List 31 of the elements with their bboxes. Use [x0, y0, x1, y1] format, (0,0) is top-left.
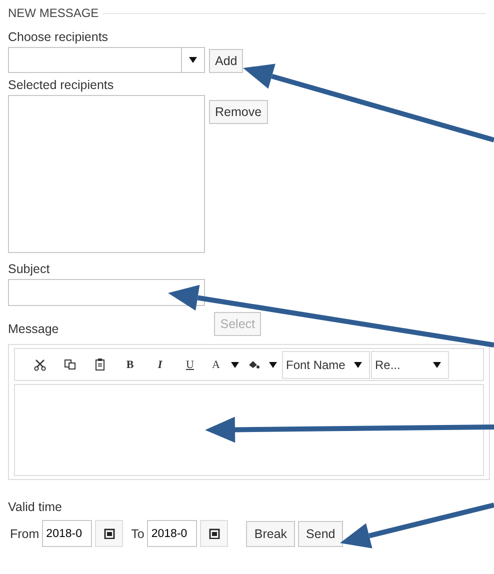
caret-icon — [433, 362, 441, 368]
remove-button[interactable]: Remove — [209, 100, 268, 124]
field-label: To — [131, 526, 144, 540]
caret-icon — [354, 362, 362, 368]
field-label: Message — [8, 322, 59, 336]
calendar-button[interactable] — [95, 520, 124, 547]
caret-icon — [231, 362, 239, 368]
calendar-button[interactable] — [200, 520, 228, 547]
action-button[interactable]: Break — [246, 520, 296, 546]
italic-button[interactable]: I — [145, 354, 175, 374]
caret-icon — [189, 57, 197, 63]
caret-icon — [269, 362, 277, 368]
underline-button[interactable]: U — [175, 354, 205, 374]
field-label: Valid time — [8, 500, 63, 514]
section-title: NEW MESSAGE — [8, 6, 99, 20]
subject-field[interactable] — [8, 279, 205, 306]
action-button[interactable]: Send — [298, 520, 344, 546]
add-button[interactable]: Add — [209, 49, 244, 73]
message-field[interactable] — [14, 384, 484, 476]
date-field[interactable]: 2018-0 — [147, 520, 198, 547]
field-label: Choose recipients — [8, 30, 110, 44]
field-label: Subject — [8, 262, 51, 276]
bold-button[interactable]: B — [115, 354, 145, 374]
date-field[interactable]: 2018-0 — [42, 520, 92, 547]
font-name-dropdown[interactable]: Font Name — [282, 350, 370, 378]
calendar-icon — [104, 528, 115, 539]
calendar-icon — [208, 528, 220, 539]
font-size-dropdown[interactable]: Re... — [371, 350, 449, 378]
field-label: Selected recipients — [8, 78, 115, 92]
font-color-button[interactable]: A — [205, 354, 227, 374]
field-label: From — [10, 526, 40, 540]
